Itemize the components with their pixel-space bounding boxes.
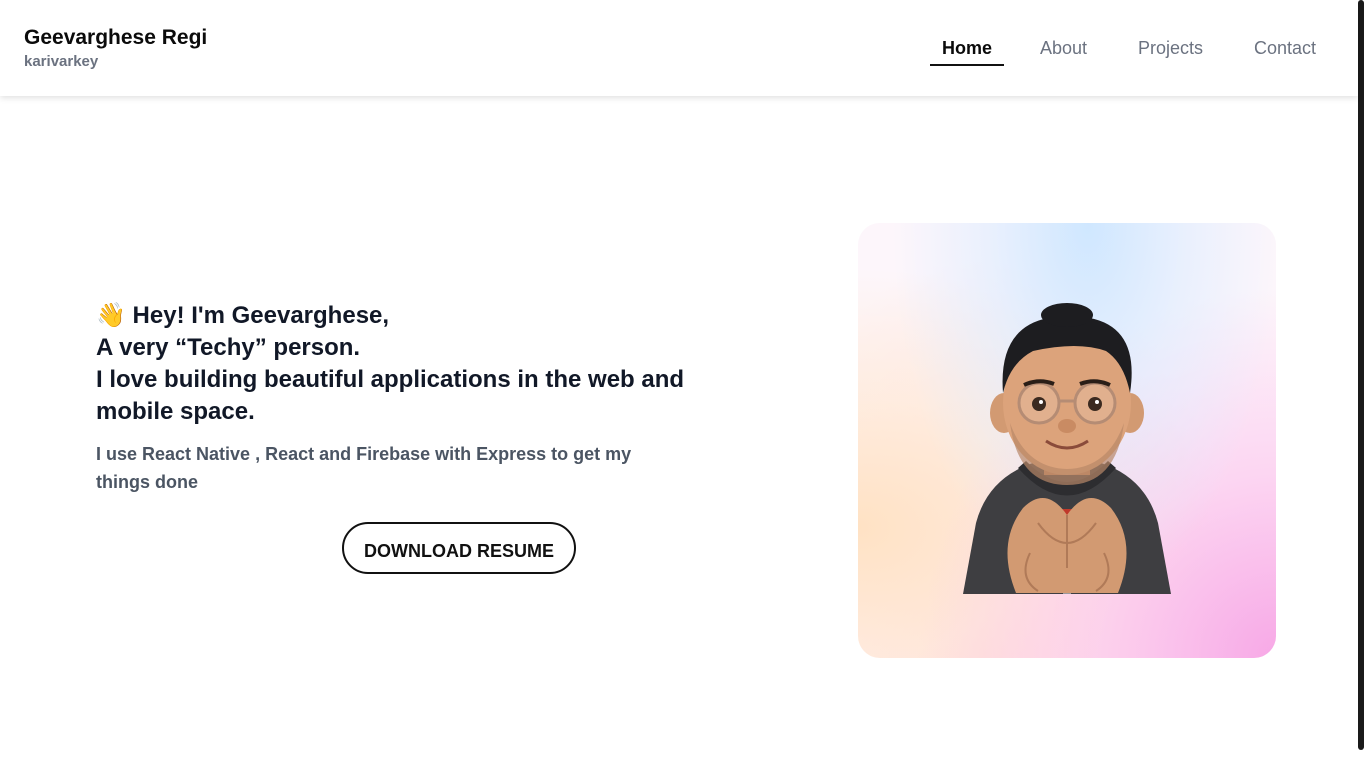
nav-link-projects[interactable]: Projects [1138,36,1203,60]
main-nav: Home About Projects Contact [0,36,1358,70]
avatar-card [858,223,1276,658]
nav-link-about[interactable]: About [1040,36,1087,60]
hero-subtext: I use React Native , React and Firebase … [96,444,632,492]
hero-mission: I love building beautiful applications i… [96,366,685,425]
navbar: Geevarghese Regi karivarkey Home About P… [0,0,1358,96]
page-scrollbar[interactable] [1358,0,1364,750]
hero-greeting: 👋 Hey! I'm Geevarghese, [96,302,390,329]
hero-tagline: A very “Techy” person. [96,334,361,361]
nav-link-home[interactable]: Home [942,36,992,60]
hero-text: 👋 Hey! I'm Geevarghese, A very “Techy” p… [96,300,696,574]
download-resume-button[interactable]: DOWNLOAD RESUME [342,522,576,574]
nav-link-contact[interactable]: Contact [1254,36,1316,60]
memoji-avatar-icon [963,303,1171,594]
active-nav-underline [930,64,1004,66]
hero-headline: 👋 Hey! I'm Geevarghese, A very “Techy” p… [96,300,696,428]
